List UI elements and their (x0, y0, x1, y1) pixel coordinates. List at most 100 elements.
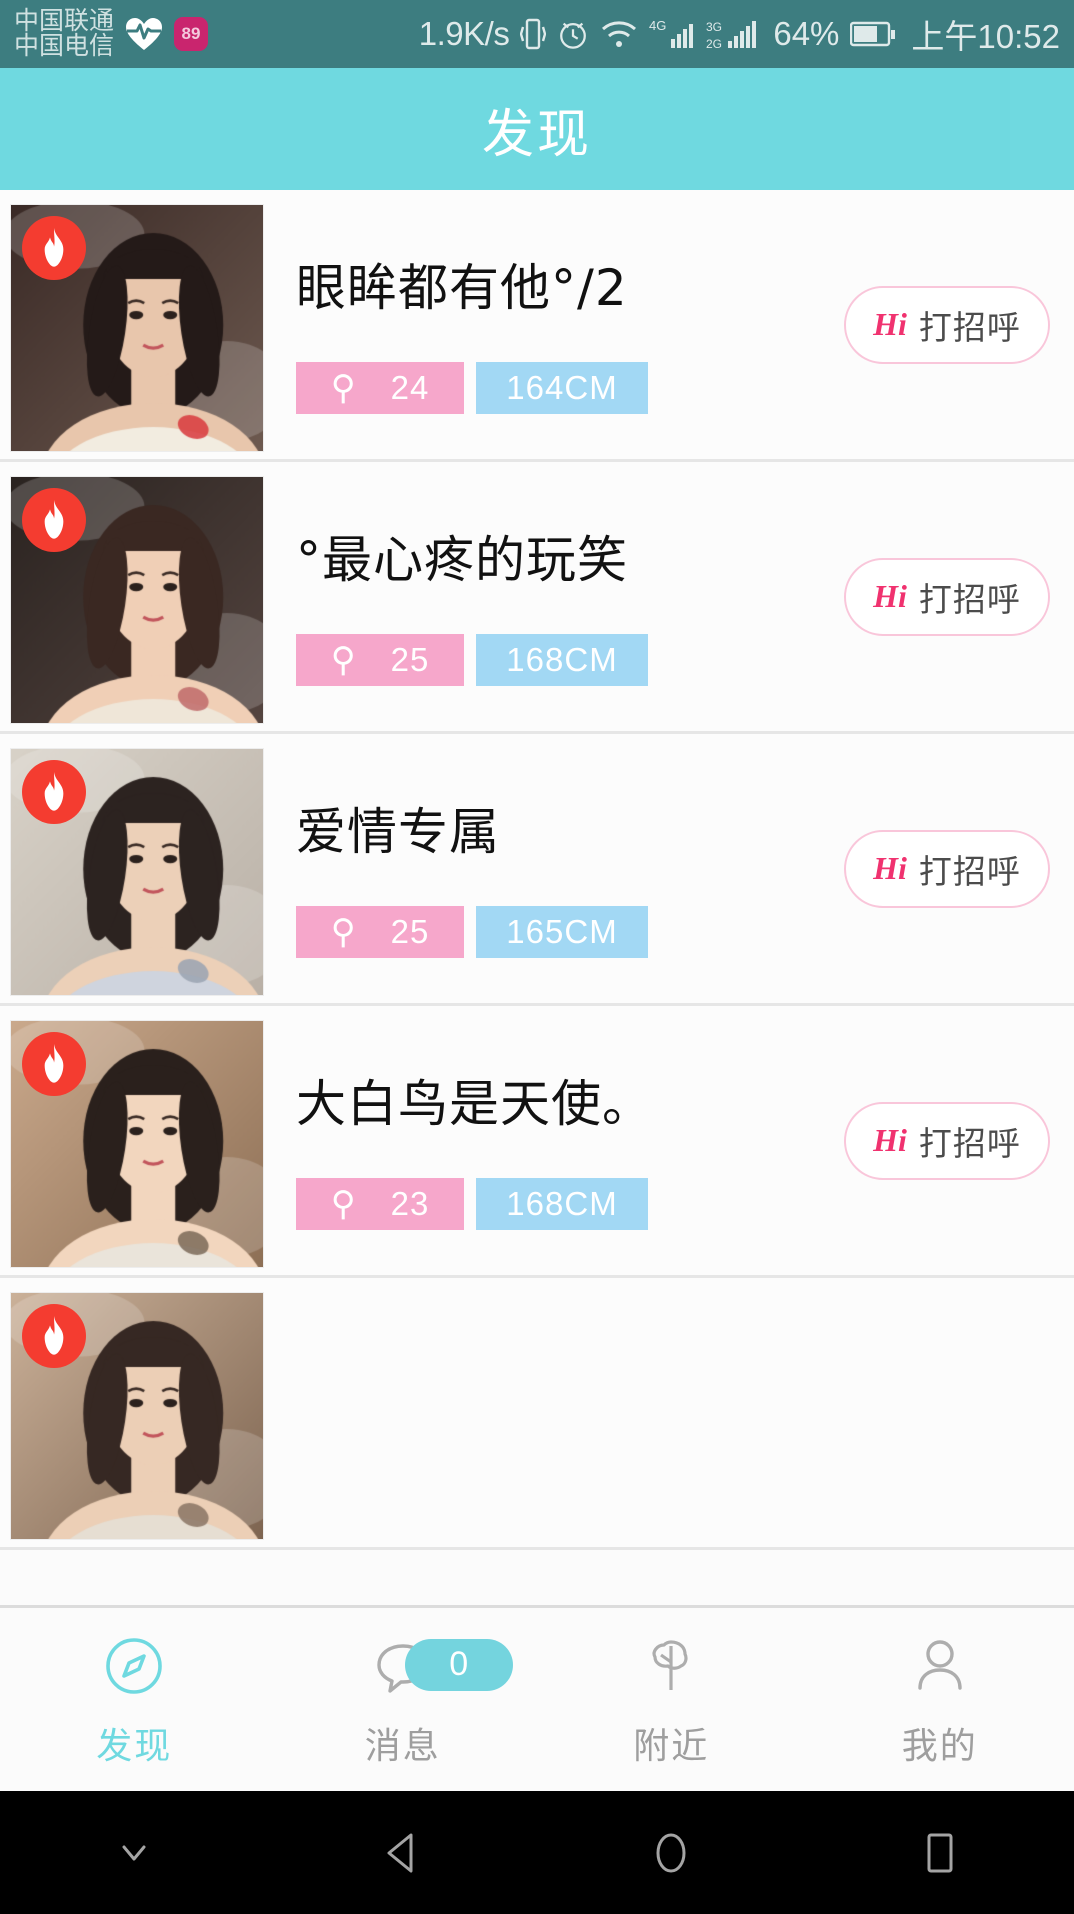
profile-info: 大白鸟是天使。 ⚲ 23 168CM (264, 1020, 836, 1230)
age-tag: ⚲ 24 (296, 362, 464, 414)
android-navigation-bar (0, 1791, 1074, 1914)
tab-label-discover: 发现 (96, 1724, 173, 1766)
home-button[interactable] (537, 1827, 806, 1879)
status-right-cluster: 1.9K/s 4G 3G 2G 64% 上午10:52 (419, 10, 1060, 58)
user-name: 眼眸都有他°/2 (296, 259, 628, 317)
tab-messages[interactable]: 0 消息 (269, 1608, 538, 1791)
user-name: 爱情专属 (296, 803, 500, 861)
circle-home-icon (656, 1833, 686, 1872)
age-value: 23 (390, 1185, 430, 1222)
greet-button[interactable]: Hi 打招呼 (844, 285, 1050, 364)
tab-discover[interactable]: 发现 (0, 1608, 269, 1791)
greet-hi-label: Hi (873, 306, 907, 342)
flame-icon (22, 760, 86, 824)
battery-icon (850, 21, 896, 47)
carrier-2: 中国电信 (14, 32, 115, 60)
height-tag: 168CM (476, 634, 648, 686)
age-tag: ⚲ 23 (296, 1178, 464, 1230)
bottom-tab-bar: 发现 0 消息 附近 我的 (0, 1605, 1074, 1791)
status-bar: 中国联通 中国电信 89 1.9K/s 4G 3G 2G 64% 上午10:52 (0, 0, 1074, 68)
height-tag: 164CM (476, 362, 648, 414)
list-item[interactable]: 爱情专属 ⚲ 25 165CM Hi 打招呼 (0, 734, 1074, 1006)
flame-icon (22, 1032, 86, 1096)
app-header: 发现 (0, 68, 1074, 190)
list-item[interactable]: 眼眸都有他°/2 ⚲ 24 164CM Hi 打招呼 (0, 190, 1074, 462)
tab-label-messages: 消息 (364, 1724, 441, 1766)
female-gender-icon: ⚲ (330, 1185, 357, 1223)
discover-list[interactable]: 眼眸都有他°/2 ⚲ 24 164CM Hi 打招呼 °最心疼的玩笑 ⚲ 25 … (0, 190, 1074, 1771)
wifi-icon (600, 19, 638, 49)
hide-navbar-button[interactable] (0, 1833, 269, 1873)
list-item[interactable]: 大白鸟是天使。 ⚲ 23 168CM Hi 打招呼 (0, 1006, 1074, 1278)
flame-icon (22, 1304, 86, 1368)
flame-icon (22, 488, 86, 552)
age-value: 25 (390, 913, 430, 950)
square-recents-icon (927, 1833, 953, 1872)
phone-screen: 中国联通 中国电信 89 1.9K/s 4G 3G 2G 64% 上午10:52… (0, 0, 1074, 1914)
person-icon (908, 1631, 972, 1701)
attribute-tags: ⚲ 25 168CM (296, 634, 836, 686)
attribute-tags: ⚲ 24 164CM (296, 362, 836, 414)
greet-label: 打招呼 (918, 308, 1021, 346)
alarm-icon (557, 18, 589, 50)
attribute-tags: ⚲ 25 165CM (296, 906, 836, 958)
greet-label: 打招呼 (918, 852, 1021, 890)
recents-button[interactable] (806, 1827, 1074, 1879)
flame-icon (22, 216, 86, 280)
signal-4g-icon: 4G (649, 17, 695, 51)
age-value: 25 (390, 641, 430, 678)
greet-button[interactable]: Hi 打招呼 (844, 829, 1050, 908)
greet-hi-label: Hi (873, 850, 907, 886)
profile-info (264, 1292, 1074, 1336)
compass-icon (102, 1631, 166, 1701)
height-tag: 165CM (476, 906, 648, 958)
avatar-wrapper[interactable] (10, 748, 264, 996)
profile-info: 眼眸都有他°/2 ⚲ 24 164CM (264, 204, 836, 414)
clock: 上午10:52 (911, 18, 1060, 55)
greet-hi-label: Hi (873, 578, 907, 614)
tab-label-nearby: 附近 (633, 1724, 710, 1766)
user-name: °最心疼的玩笑 (296, 531, 628, 589)
vibrate-icon (520, 16, 547, 52)
user-name: 大白鸟是天使。 (296, 1075, 653, 1133)
signal-3g-2g-icon: 3G 2G (706, 17, 762, 51)
triangle-back-icon (387, 1833, 413, 1872)
female-gender-icon: ⚲ (330, 641, 357, 679)
page-title: 发现 (481, 105, 592, 164)
chevron-down-icon (122, 1845, 146, 1860)
app-badge-icon: 89 (174, 17, 209, 51)
female-gender-icon: ⚲ (330, 913, 357, 951)
battery-percent: 64% (773, 15, 840, 52)
network-speed: 1.9K/s (418, 15, 510, 52)
tree-icon (639, 1631, 703, 1701)
greet-label: 打招呼 (918, 580, 1021, 618)
message-count-badge: 0 (404, 1638, 513, 1691)
list-item[interactable] (0, 1278, 1074, 1550)
profile-info: 爱情专属 ⚲ 25 165CM (264, 748, 836, 958)
app-badge-text: 89 (181, 24, 201, 43)
age-value: 24 (390, 369, 430, 406)
heart-pulse-icon (124, 16, 164, 52)
list-item[interactable]: °最心疼的玩笑 ⚲ 25 168CM Hi 打招呼 (0, 462, 1074, 734)
svg-text:3G: 3G (706, 20, 722, 34)
tab-label-profile: 我的 (901, 1724, 978, 1766)
svg-text:4G: 4G (649, 18, 666, 33)
age-tag: ⚲ 25 (296, 906, 464, 958)
avatar-wrapper[interactable] (10, 476, 264, 724)
female-gender-icon: ⚲ (330, 369, 357, 407)
status-left-icons: 89 (124, 16, 209, 52)
avatar-wrapper[interactable] (10, 1020, 264, 1268)
carrier-names: 中国联通 中国电信 (14, 8, 115, 60)
tab-profile[interactable]: 我的 (806, 1608, 1074, 1791)
height-tag: 168CM (476, 1178, 648, 1230)
avatar-wrapper[interactable] (10, 1292, 264, 1540)
age-tag: ⚲ 25 (296, 634, 464, 686)
attribute-tags: ⚲ 23 168CM (296, 1178, 836, 1230)
greet-button[interactable]: Hi 打招呼 (844, 557, 1050, 636)
avatar-wrapper[interactable] (10, 204, 264, 452)
back-button[interactable] (269, 1827, 538, 1879)
chat-bubble-icon: 0 (371, 1631, 513, 1701)
tab-nearby[interactable]: 附近 (537, 1608, 806, 1791)
greet-hi-label: Hi (873, 1122, 907, 1158)
greet-button[interactable]: Hi 打招呼 (844, 1101, 1050, 1180)
